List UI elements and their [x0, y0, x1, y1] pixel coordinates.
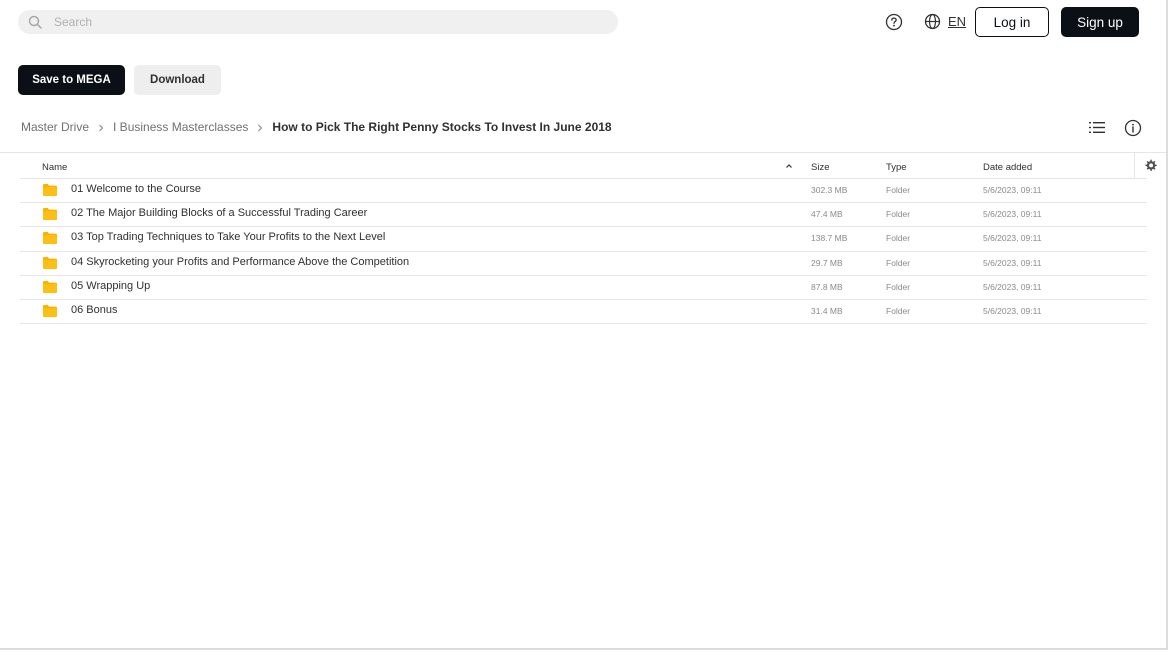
row-name: 04 Skyrocketing your Profits and Perform… [71, 255, 410, 268]
globe-icon[interactable] [924, 13, 941, 30]
search-bar[interactable] [18, 10, 618, 34]
row-size: 138.7 MB [811, 233, 848, 244]
table-row[interactable]: 04 Skyrocketing your Profits and Perform… [20, 252, 1147, 276]
help-icon[interactable] [885, 13, 903, 31]
row-type: Folder [886, 305, 911, 316]
row-date: 5/6/2023, 09:11 [983, 209, 1042, 220]
column-header-type[interactable]: Type [886, 162, 907, 173]
login-button[interactable]: Log in [975, 7, 1049, 37]
search-input[interactable] [54, 15, 594, 29]
row-type: Folder [886, 281, 911, 292]
column-header-name[interactable]: Name [42, 162, 67, 173]
row-name: 01 Welcome to the Course [71, 183, 202, 195]
column-divider [1134, 153, 1135, 179]
file-list: 01 Welcome to the Course 302.3 MB Folder… [20, 179, 1147, 325]
download-button[interactable]: Download [134, 65, 221, 95]
row-name: 06 Bonus [71, 303, 118, 316]
folder-icon [43, 256, 57, 269]
row-name: 02 The Major Building Blocks of a Succes… [71, 207, 368, 220]
table-row[interactable]: 02 The Major Building Blocks of a Succes… [20, 203, 1147, 228]
language-selector[interactable]: EN [948, 14, 966, 29]
row-size: 47.4 MB [811, 209, 843, 220]
row-date: 5/6/2023, 09:11 [983, 305, 1042, 316]
folder-icon [43, 184, 57, 196]
folder-icon [43, 304, 57, 317]
folder-icon [43, 208, 57, 221]
row-date: 5/6/2023, 09:11 [983, 281, 1042, 292]
save-to-mega-button[interactable]: Save to MEGA [18, 65, 125, 95]
row-name: 03 Top Trading Techniques to Take Your P… [71, 231, 386, 244]
gear-icon[interactable] [1144, 159, 1157, 172]
app-frame: EN Log in Sign up Save to MEGA Download … [0, 0, 1168, 650]
breadcrumb-item-business-masterclasses[interactable]: I Business Masterclasses [113, 120, 248, 134]
table-row[interactable]: 05 Wrapping Up 87.8 MB Folder 5/6/2023, … [20, 276, 1147, 300]
row-size: 302.3 MB [811, 185, 848, 195]
table-row[interactable]: 03 Top Trading Techniques to Take Your P… [20, 227, 1147, 252]
row-size: 87.8 MB [811, 281, 843, 292]
info-icon[interactable] [1124, 119, 1142, 137]
chevron-right-icon [248, 120, 272, 134]
row-size: 31.4 MB [811, 305, 843, 316]
breadcrumb-item-master-drive[interactable]: Master Drive [21, 120, 89, 134]
breadcrumb-item-current-folder: How to Pick The Right Penny Stocks To In… [272, 120, 612, 134]
folder-icon [43, 232, 57, 245]
breadcrumb: Master Drive I Business Masterclasses Ho… [21, 119, 612, 135]
column-header-size[interactable]: Size [811, 162, 829, 173]
row-type: Folder [886, 185, 911, 195]
table-row[interactable]: 06 Bonus 31.4 MB Folder 5/6/2023, 09:11 [20, 300, 1147, 325]
row-type: Folder [886, 233, 911, 244]
signup-button[interactable]: Sign up [1061, 7, 1139, 37]
row-type: Folder [886, 257, 911, 268]
row-name: 05 Wrapping Up [71, 279, 151, 292]
row-date: 5/6/2023, 09:11 [983, 185, 1042, 195]
row-size: 29.7 MB [811, 257, 843, 268]
table-row[interactable]: 01 Welcome to the Course 302.3 MB Folder… [20, 179, 1147, 204]
column-header-date[interactable]: Date added [983, 162, 1032, 173]
table-header: Name Size Type Date added [0, 153, 1166, 179]
chevron-right-icon [89, 120, 113, 134]
row-date: 5/6/2023, 09:11 [983, 257, 1042, 268]
list-view-icon[interactable] [1089, 121, 1105, 134]
search-icon [28, 15, 42, 29]
folder-icon [43, 280, 57, 293]
row-type: Folder [886, 209, 911, 220]
row-date: 5/6/2023, 09:11 [983, 233, 1042, 244]
sort-ascending-icon[interactable] [785, 162, 793, 170]
